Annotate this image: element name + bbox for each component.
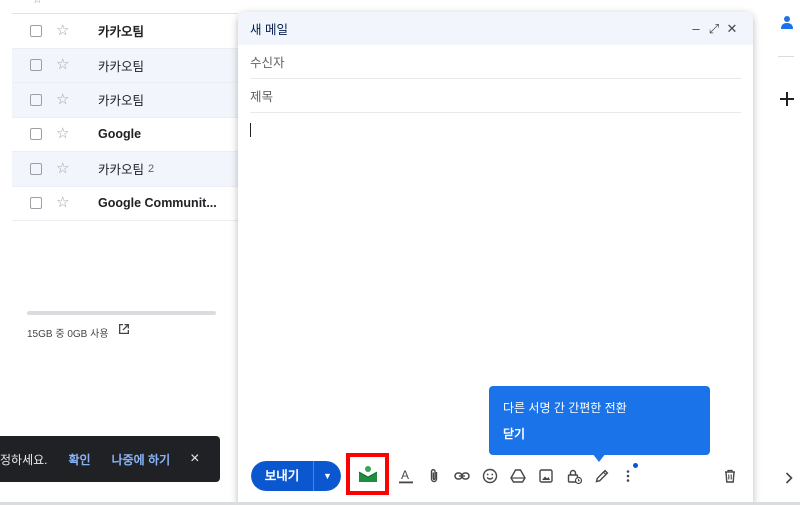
row-checkbox[interactable] [30,24,42,37]
fullscreen-icon[interactable]: ⤢ [705,20,723,38]
emoji-icon[interactable] [480,466,500,486]
snackbar-confirm-button[interactable]: 확인 [69,451,91,468]
table-row[interactable]: ☆ Google [12,117,238,152]
star-icon[interactable]: ☆ [56,195,70,210]
compose-title: 새 메일 [250,23,288,37]
row-sender: 카카오팀 [98,163,145,178]
table-row[interactable]: ☆ Google Communit... [12,186,238,221]
svg-text:A: A [401,468,409,482]
expand-icon[interactable] [782,470,796,486]
table-row[interactable]: ☆ 카카오팀 [12,48,238,83]
star-icon[interactable]: ☆ [56,126,70,141]
table-row[interactable]: ☆ 카카오팀 [12,83,238,118]
confidential-icon[interactable] [564,466,584,486]
star-icon[interactable]: ☆ [56,92,70,107]
text-caret [250,123,251,137]
header-star-fragment: ☆ [32,0,43,6]
highlighted-signature-app-icon[interactable] [346,453,389,495]
tooltip-text: 다른 서명 간 간편한 전환 [503,401,627,415]
snackbar: 정하세요. 확인 나중에 하기 × [0,436,220,482]
subject-field[interactable]: 제목 [250,79,741,113]
discard-icon[interactable] [720,466,740,486]
tooltip-close-button[interactable]: 닫기 [503,425,525,442]
rail-divider [778,56,794,57]
table-row[interactable]: ☆ 카카오팀 [12,14,238,49]
recipients-placeholder: 수신자 [250,56,285,70]
compose-toolbar: 보내기 ▼ A [238,453,753,495]
row-checkbox[interactable] [30,59,42,72]
inbox-list: ☆ ☆ 카카오팀 ☆ 카카오팀 ☆ 카카오팀 ☆ Google ☆ 카카오팀 2… [12,0,238,505]
link-icon[interactable] [452,466,472,486]
top-header-fragment [238,0,764,8]
photo-icon[interactable] [536,466,556,486]
contacts-icon[interactable] [780,14,794,30]
close-icon[interactable]: × [190,451,206,467]
row-checkbox[interactable] [30,93,42,106]
attach-icon[interactable] [424,466,444,486]
thread-count: 2 [148,162,155,175]
send-button[interactable]: 보내기 [251,461,313,491]
add-icon[interactable] [778,90,796,108]
subject-placeholder: 제목 [250,90,274,104]
row-checkbox[interactable] [30,162,42,175]
inbox-list-header: ☆ [12,0,238,14]
snackbar-message: 정하세요. [0,452,48,467]
star-icon[interactable]: ☆ [56,161,70,176]
drive-icon[interactable] [508,466,528,486]
star-icon[interactable]: ☆ [56,57,70,72]
table-row[interactable]: ☆ 카카오팀 2 [12,152,238,187]
compose-header: 새 메일 – ⤢ ✕ [238,12,753,45]
row-sender: 카카오팀 [98,94,145,109]
row-checkbox[interactable] [30,197,42,210]
send-button-group: 보내기 ▼ [251,461,341,491]
storage-bar [27,311,216,315]
row-sender: Google [98,127,142,142]
star-icon[interactable]: ☆ [56,23,70,38]
row-checkbox[interactable] [30,128,42,141]
snackbar-later-button[interactable]: 나중에 하기 [112,451,171,468]
open-external-icon[interactable] [118,322,130,334]
send-options-icon[interactable]: ▼ [313,461,341,491]
formatting-icon[interactable]: A [396,466,416,486]
recipients-field[interactable]: 수신자 [250,45,741,79]
signature-icon[interactable] [592,466,612,486]
row-sender: Google Communit... [98,196,217,211]
close-icon[interactable]: ✕ [723,20,741,38]
row-sender: 카카오팀 [98,59,145,74]
more-options-icon[interactable] [618,466,638,486]
tooltip-arrow [592,453,606,462]
minimize-icon[interactable]: – [687,20,705,38]
side-panel-rail [764,0,800,505]
notification-dot [633,463,638,468]
storage-text: 15GB 중 0GB 사용 [27,329,109,340]
signature-tooltip: 다른 서명 간 간편한 전환 닫기 [489,386,710,462]
row-sender: 카카오팀 [98,25,145,40]
mail-app-icon [358,466,377,482]
